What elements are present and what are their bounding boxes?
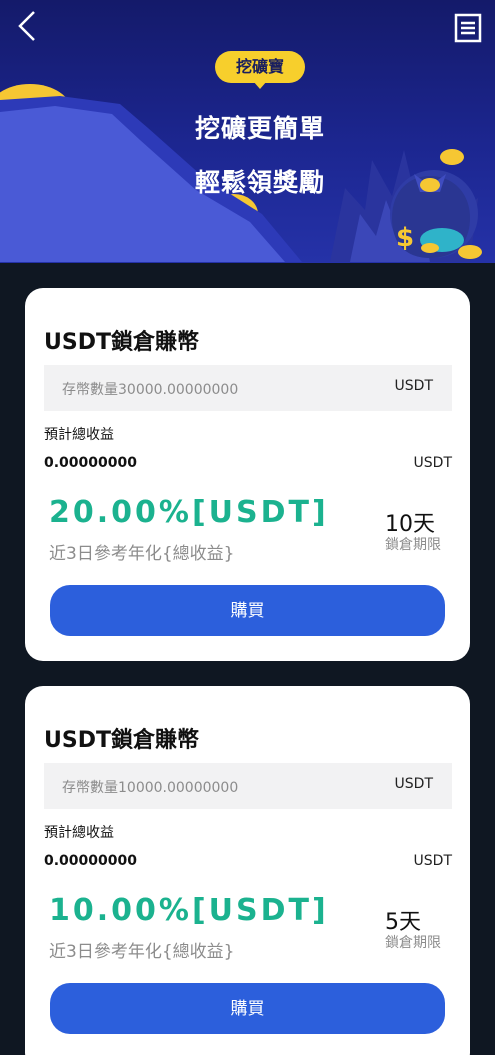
estimated-earnings-label: 預計總收益 bbox=[44, 427, 114, 443]
estimated-earnings-label: 預計總收益 bbox=[44, 825, 114, 841]
amount-unit: USDT bbox=[394, 378, 433, 394]
amount-placeholder: 存幣數量30000.00000000 bbox=[62, 382, 239, 398]
estimated-earnings-unit: USDT bbox=[413, 853, 452, 869]
amount-unit: USDT bbox=[394, 776, 433, 792]
buy-button[interactable]: 購買 bbox=[50, 585, 445, 636]
hero-banner: $ 挖礦寶 挖礦更簡單 輕鬆領獎勵 bbox=[0, 0, 495, 263]
document-list-icon[interactable] bbox=[454, 13, 482, 43]
headline-secondary: 輕鬆領獎勵 bbox=[194, 168, 325, 197]
lock-period-label: 鎖倉期限 bbox=[385, 935, 441, 951]
amount-input[interactable]: 存幣數量30000.00000000 USDT bbox=[44, 365, 452, 411]
product-card: USDT鎖倉賺幣 存幣數量10000.00000000 USDT 預計總收益 0… bbox=[25, 686, 470, 1055]
lock-period-label: 鎖倉期限 bbox=[385, 537, 441, 553]
amount-input[interactable]: 存幣數量10000.00000000 USDT bbox=[44, 763, 452, 809]
annual-rate-label: 近3日參考年化{總收益} bbox=[49, 942, 235, 962]
annual-rate: 10.00%[USDT] bbox=[49, 893, 329, 928]
estimated-earnings-value: 0.00000000 bbox=[44, 853, 137, 869]
estimated-earnings-unit: USDT bbox=[413, 455, 452, 471]
headline-primary: 挖礦更簡單 bbox=[194, 114, 325, 143]
back-icon[interactable] bbox=[12, 8, 44, 44]
app-badge: 挖礦寶 bbox=[215, 51, 305, 89]
amount-placeholder: 存幣數量10000.00000000 bbox=[62, 780, 239, 796]
svg-text:$: $ bbox=[396, 223, 414, 253]
annual-rate-label: 近3日參考年化{總收益} bbox=[49, 544, 235, 564]
product-title: USDT鎖倉賺幣 bbox=[44, 728, 199, 753]
buy-button[interactable]: 購買 bbox=[50, 983, 445, 1034]
annual-rate: 20.00%[USDT] bbox=[49, 495, 329, 530]
product-title: USDT鎖倉賺幣 bbox=[44, 330, 199, 355]
estimated-earnings-value: 0.00000000 bbox=[44, 455, 137, 471]
product-card: USDT鎖倉賺幣 存幣數量30000.00000000 USDT 預計總收益 0… bbox=[25, 288, 470, 661]
